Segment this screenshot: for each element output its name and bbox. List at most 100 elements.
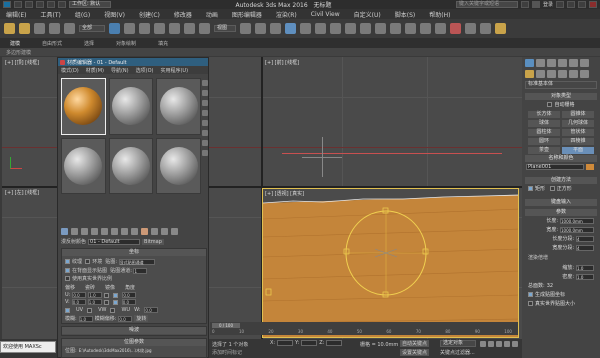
backlight-icon[interactable] bbox=[202, 90, 208, 96]
login-link[interactable]: 登录 bbox=[543, 1, 553, 8]
viewport-label-front[interactable]: [+] [前] [线框] bbox=[265, 59, 299, 66]
show-end-result-icon[interactable] bbox=[151, 228, 158, 235]
modify-tab-icon[interactable] bbox=[536, 58, 545, 67]
teapot-button[interactable]: 茶壶 bbox=[528, 147, 560, 154]
cone-button[interactable]: 圆锥体 bbox=[562, 111, 594, 118]
mapping-combo[interactable]: 显式贴图通道 bbox=[118, 258, 155, 265]
redo-icon[interactable] bbox=[58, 1, 66, 8]
menu-civil-view[interactable]: Civil View bbox=[311, 11, 340, 18]
redo-tool-icon[interactable] bbox=[19, 23, 30, 34]
spinner-snap-icon[interactable] bbox=[330, 23, 341, 34]
select-object-icon[interactable] bbox=[109, 23, 120, 34]
name-color-title[interactable]: 名称和颜色 bbox=[525, 155, 597, 162]
u-tiling-field[interactable]: 1.0 bbox=[88, 292, 103, 298]
background-icon[interactable] bbox=[202, 100, 208, 106]
close-icon[interactable] bbox=[589, 1, 597, 8]
menu-create[interactable]: 创建(C) bbox=[139, 10, 160, 19]
search-icon[interactable] bbox=[520, 1, 529, 8]
preview-icon[interactable] bbox=[202, 130, 208, 136]
select-by-material-icon[interactable] bbox=[202, 150, 208, 156]
u-mirror-checkbox[interactable] bbox=[104, 292, 110, 298]
material-name-field[interactable]: 01 - Default bbox=[88, 238, 141, 245]
viewport-label-perspective[interactable]: [+] [透视] [真实] bbox=[265, 190, 304, 197]
w-angle-field[interactable]: 0.0 bbox=[144, 307, 159, 313]
width-field[interactable]: 1000.0mm bbox=[560, 226, 594, 233]
length-segs-field[interactable]: 4 bbox=[576, 235, 594, 242]
object-type-title[interactable]: 对象类型 bbox=[525, 93, 597, 100]
lights-icon[interactable] bbox=[547, 69, 556, 78]
u-offset-field[interactable]: 0.0 bbox=[72, 292, 87, 298]
plane-button[interactable]: 平面 bbox=[562, 147, 594, 154]
add-time-tag[interactable]: 添加时间标记 bbox=[212, 349, 242, 356]
me-menu-material[interactable]: 材质(M) bbox=[86, 67, 104, 74]
copy-material-icon[interactable] bbox=[101, 228, 108, 235]
menu-rendering[interactable]: 渲染(R) bbox=[276, 10, 297, 19]
utilities-tab-icon[interactable] bbox=[580, 58, 589, 67]
keyboard-shortcut-icon[interactable] bbox=[270, 23, 281, 34]
map-channel-field[interactable]: 1 bbox=[133, 267, 148, 274]
material-editor-titlebar[interactable]: 材质编辑器 - 01 - Default bbox=[58, 58, 208, 66]
workspace-combo[interactable]: 工作区: 默认 bbox=[69, 1, 111, 8]
move-icon[interactable] bbox=[169, 23, 180, 34]
viewport-label-top[interactable]: [+] [顶] [线框] bbox=[5, 59, 39, 66]
keyboard-entry-title[interactable]: 键盘输入 bbox=[525, 199, 597, 206]
timeline[interactable]: 0 / 100 0 10 20 30 40 50 60 70 80 90 100 bbox=[210, 322, 518, 335]
helpers-icon[interactable] bbox=[569, 69, 578, 78]
ribbon-tab-populate[interactable]: 填充 bbox=[158, 40, 168, 47]
use-real-world-checkbox[interactable] bbox=[65, 276, 70, 281]
link-icon[interactable] bbox=[34, 23, 45, 34]
get-material-icon[interactable] bbox=[61, 228, 68, 235]
geometry-icon[interactable] bbox=[525, 69, 534, 78]
create-tab-icon[interactable] bbox=[525, 58, 534, 67]
maximize-icon[interactable] bbox=[578, 1, 586, 8]
reset-map-icon[interactable] bbox=[91, 228, 98, 235]
menu-graph-editors[interactable]: 图形编辑器 bbox=[232, 10, 262, 19]
bitmap-path-button[interactable]: E:\Autodesk\3dsMax2016\...\木纹.jpg bbox=[79, 348, 197, 354]
new-icon[interactable] bbox=[14, 1, 22, 8]
v-offset-field[interactable]: 0.0 bbox=[71, 299, 86, 305]
box-button[interactable]: 长方体 bbox=[528, 111, 560, 118]
time-slider[interactable]: 0 / 100 bbox=[212, 323, 240, 328]
put-to-scene-icon[interactable] bbox=[71, 228, 78, 235]
go-sibling-icon[interactable] bbox=[171, 228, 178, 235]
coordinates-rollout-title[interactable]: 坐标 bbox=[62, 249, 206, 256]
video-check-icon[interactable] bbox=[202, 120, 208, 126]
key-filters-button[interactable]: 关键点过滤器... bbox=[440, 349, 475, 356]
material-editor-icon[interactable] bbox=[450, 23, 461, 34]
menu-modifiers[interactable]: 修改器 bbox=[174, 10, 192, 19]
environment-radio[interactable] bbox=[85, 259, 91, 264]
motion-tab-icon[interactable] bbox=[558, 58, 567, 67]
sample-slot-6[interactable] bbox=[156, 137, 201, 194]
layer-explorer-icon[interactable] bbox=[390, 23, 401, 34]
menu-views[interactable]: 视图(V) bbox=[104, 10, 125, 19]
sample-slot-1[interactable] bbox=[61, 78, 106, 135]
save-icon[interactable] bbox=[36, 1, 44, 8]
viewport-label-left[interactable]: [+] [左] [线框] bbox=[5, 189, 39, 196]
sample-slot-5[interactable] bbox=[108, 137, 154, 194]
show-map-back-checkbox[interactable] bbox=[65, 268, 70, 273]
unlink-icon[interactable] bbox=[49, 23, 60, 34]
autogrid-checkbox[interactable] bbox=[547, 102, 553, 107]
pivot-icon[interactable] bbox=[240, 23, 251, 34]
user-icon[interactable] bbox=[531, 1, 540, 8]
parameters-title[interactable]: 参数 bbox=[525, 209, 597, 216]
uv-radio[interactable] bbox=[65, 307, 70, 313]
key-mode-combo[interactable]: 选定对象 bbox=[440, 340, 476, 347]
play-icon[interactable] bbox=[496, 341, 502, 347]
space-warps-icon[interactable] bbox=[580, 69, 589, 78]
hierarchy-tab-icon[interactable] bbox=[547, 58, 556, 67]
ribbon-tab-freeform[interactable]: 自由形式 bbox=[42, 40, 62, 47]
rendered-frame-icon[interactable] bbox=[480, 23, 491, 34]
cylinder-button[interactable]: 圆柱体 bbox=[528, 129, 560, 136]
u-tile-checkbox[interactable] bbox=[113, 292, 119, 298]
menu-tools[interactable]: 工具(T) bbox=[40, 10, 60, 19]
perspective-viewport[interactable]: [+] [透视] [真实] bbox=[262, 188, 519, 338]
wu-radio[interactable] bbox=[110, 307, 116, 313]
menu-help[interactable]: 帮助(H) bbox=[429, 10, 450, 19]
shapes-icon[interactable] bbox=[536, 69, 545, 78]
me-menu-utilities[interactable]: 实用程序(U) bbox=[160, 67, 188, 74]
blur-field[interactable]: 1.0 bbox=[78, 315, 93, 322]
torus-button[interactable]: 圆环 bbox=[528, 138, 560, 145]
rectangle-radio[interactable] bbox=[528, 186, 533, 191]
object-color-swatch[interactable] bbox=[586, 164, 594, 170]
